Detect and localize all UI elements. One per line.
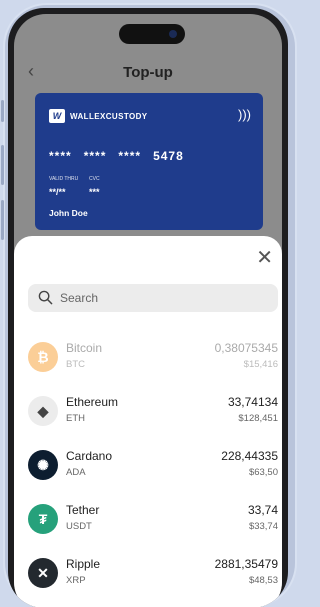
tether-icon: ₮ bbox=[28, 504, 58, 534]
coin-amount: 0,38075345 bbox=[214, 341, 278, 355]
dynamic-island bbox=[119, 24, 185, 44]
coin-symbol: XRP bbox=[66, 575, 86, 586]
coin-row-tether[interactable]: ₮ Tether USDT 33,74 $33,74 bbox=[14, 494, 282, 548]
card-logo: W WALLEXCUSTODY bbox=[49, 109, 148, 123]
close-icon[interactable]: ✕ bbox=[256, 248, 273, 268]
coin-amount: 2881,35479 bbox=[214, 557, 278, 571]
valid-thru-label: VALID THRU bbox=[49, 176, 79, 182]
valid-thru-value: **/** bbox=[49, 187, 66, 197]
cvc-value: *** bbox=[89, 187, 100, 197]
card-number-group: **** bbox=[118, 149, 142, 163]
contactless-icon: ))) bbox=[238, 107, 251, 122]
card-holder: John Doe bbox=[49, 208, 88, 218]
search-bar[interactable] bbox=[28, 284, 278, 312]
coin-row-cardano[interactable]: ✺ Cardano ADA 228,44335 $63,50 bbox=[14, 440, 282, 494]
coin-name: Ripple bbox=[66, 557, 101, 571]
coin-name: Tether bbox=[66, 503, 100, 517]
coin-fiat-value: $63,50 bbox=[248, 467, 278, 478]
coin-name: Ethereum bbox=[66, 395, 119, 409]
search-input[interactable] bbox=[60, 284, 260, 312]
coin-fiat-value: $15,416 bbox=[243, 359, 278, 370]
coin-symbol: BTC bbox=[66, 359, 85, 370]
camera-dot bbox=[169, 30, 177, 38]
phone-button bbox=[1, 145, 4, 185]
phone-bezel: ‹ Top-up W WALLEXCUSTODY ))) **** **** ***… bbox=[8, 8, 288, 607]
card-number-group: **** bbox=[49, 149, 72, 163]
card-number-group: 5478 bbox=[153, 149, 184, 163]
coin-amount: 228,44335 bbox=[221, 449, 278, 463]
search-icon bbox=[38, 290, 53, 305]
coin-row-ethereum[interactable]: ◆ Ethereum ETH 33,74134 $128,451 bbox=[14, 386, 282, 440]
card-brand: WALLEXCUSTODY bbox=[70, 111, 148, 121]
payment-card[interactable]: W WALLEXCUSTODY ))) **** **** **** 5478 VAL… bbox=[35, 93, 263, 230]
phone-button bbox=[1, 200, 4, 240]
card-number: **** **** **** 5478 bbox=[49, 149, 196, 163]
phone-screen: ‹ Top-up W WALLEXCUSTODY ))) **** **** ***… bbox=[14, 14, 282, 607]
page-title: Top-up bbox=[123, 64, 173, 81]
coin-name: Bitcoin bbox=[66, 341, 103, 355]
coin-amount: 33,74134 bbox=[227, 395, 278, 409]
coin-symbol: USDT bbox=[66, 521, 92, 532]
coin-fiat-value: $128,451 bbox=[238, 413, 278, 424]
phone-button bbox=[1, 100, 4, 122]
top-bar: ‹ Top-up bbox=[14, 56, 282, 86]
coin-fiat-value: $48,53 bbox=[248, 575, 278, 586]
coin-name: Cardano bbox=[66, 449, 113, 463]
coin-symbol: ETH bbox=[66, 413, 85, 424]
bitcoin-icon: ₿ bbox=[28, 342, 58, 372]
coin-picker-sheet: ✕ ₿ Bitcoin BTC 0,38075345 $15,416 ◆ bbox=[14, 236, 282, 607]
cardano-icon: ✺ bbox=[28, 450, 58, 480]
card-number-group: **** bbox=[83, 149, 107, 163]
wallex-logo-icon: W bbox=[49, 109, 65, 123]
ethereum-icon: ◆ bbox=[28, 396, 58, 426]
coin-row-ripple[interactable]: ✕ Ripple XRP 2881,35479 $48,53 bbox=[14, 548, 282, 602]
coin-list: ₿ Bitcoin BTC 0,38075345 $15,416 ◆ Ether… bbox=[14, 332, 282, 602]
coin-row-bitcoin[interactable]: ₿ Bitcoin BTC 0,38075345 $15,416 bbox=[14, 332, 282, 386]
cvc-label: CVC bbox=[89, 176, 100, 182]
ripple-icon: ✕ bbox=[28, 558, 58, 588]
coin-fiat-value: $33,74 bbox=[248, 521, 278, 532]
coin-symbol: ADA bbox=[66, 467, 86, 478]
coin-amount: 33,74 bbox=[247, 503, 278, 517]
